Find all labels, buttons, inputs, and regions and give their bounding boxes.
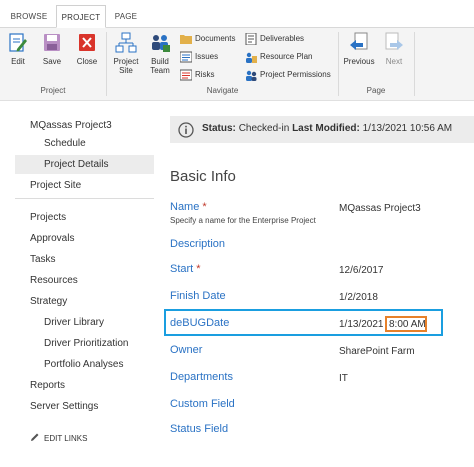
issues-icon — [180, 51, 192, 63]
next-arrow-icon — [385, 32, 403, 50]
tab-project[interactable]: PROJECT — [56, 5, 106, 28]
close-button-label: Close — [76, 57, 98, 66]
ribbon-tab-bar: BROWSE PROJECT PAGE — [0, 0, 474, 28]
field-label-custom-field: Custom Field — [170, 398, 235, 410]
nav-tasks[interactable]: Tasks — [30, 254, 56, 265]
last-modified-label: Last Modified: — [292, 123, 360, 134]
edit-links-label: EDIT LINKS — [44, 434, 88, 443]
risks-icon — [180, 69, 192, 81]
close-icon — [79, 34, 95, 51]
field-label-debugdate: deBUGDate — [170, 317, 230, 329]
field-value-name: MQassas Project3 — [339, 203, 421, 214]
project-site-label-line1: Project — [113, 57, 139, 66]
section-heading: Basic Info — [170, 168, 236, 185]
field-label-name: Name * — [170, 201, 207, 213]
field-label-start: Start * — [170, 263, 201, 275]
nav-portfolio-analyses[interactable]: Portfolio Analyses — [44, 359, 124, 370]
documents-icon — [180, 35, 192, 44]
build-team-label-line2: Team — [150, 66, 170, 75]
deliverables-label: Deliverables — [260, 34, 305, 43]
build-team-button[interactable]: Build Team — [144, 32, 176, 75]
ribbon-separator — [338, 32, 339, 96]
nav-server-settings[interactable]: Server Settings — [30, 401, 98, 412]
documents-label: Documents — [195, 34, 236, 43]
issues-label: Issues — [195, 52, 219, 61]
project-site-button[interactable]: Project Site — [110, 32, 142, 75]
field-value-debugdate-date: 1/13/2021 — [339, 319, 384, 330]
previous-button[interactable]: Previous — [341, 32, 377, 66]
field-value-finish-date: 1/2/2018 — [339, 292, 378, 303]
tab-browse[interactable]: BROWSE — [4, 5, 54, 28]
save-button-label: Save — [42, 57, 62, 66]
field-label-finish-date: Finish Date — [170, 290, 226, 302]
edit-icon — [9, 33, 27, 52]
project-permissions-label: Project Permissions — [260, 70, 331, 79]
nav-driver-library[interactable]: Driver Library — [44, 317, 104, 328]
deliverables-icon — [245, 33, 257, 45]
next-button[interactable]: Next — [379, 32, 409, 66]
nav-project-name[interactable]: MQassas Project3 — [30, 120, 112, 131]
field-value-departments: IT — [339, 373, 348, 384]
edit-button[interactable]: Edit — [4, 32, 32, 66]
close-button[interactable]: Close — [72, 32, 102, 66]
last-modified-value: 1/13/2021 10:56 AM — [362, 123, 453, 134]
status-value: Checked-in — [238, 123, 290, 134]
tab-page[interactable]: PAGE — [108, 5, 144, 28]
project-permissions-icon — [246, 70, 257, 81]
field-label-description: Description — [170, 238, 226, 250]
field-description-name: Specify a name for the Enterprise Projec… — [170, 216, 316, 225]
save-icon — [44, 34, 60, 51]
previous-label: Previous — [343, 57, 375, 66]
build-team-icon — [152, 35, 170, 52]
nav-schedule[interactable]: Schedule — [44, 138, 86, 149]
field-label-status-field: Status Field — [170, 423, 229, 435]
resource-plan-icon — [246, 52, 257, 63]
next-label: Next — [385, 57, 403, 66]
save-button[interactable]: Save — [38, 32, 66, 66]
field-value-owner: SharePoint Farm — [339, 346, 415, 357]
edit-links-button[interactable]: EDIT LINKS — [30, 432, 87, 443]
ribbon-group-page-label: Page — [366, 86, 386, 95]
ribbon-separator — [106, 32, 107, 96]
nav-driver-prioritization[interactable]: Driver Prioritization — [44, 338, 128, 349]
field-label-owner: Owner — [170, 344, 203, 356]
risks-label: Risks — [195, 70, 215, 79]
nav-projects[interactable]: Projects — [30, 212, 66, 223]
edit-button-label: Edit — [11, 57, 25, 66]
field-label-departments: Departments — [170, 371, 233, 383]
nav-strategy[interactable]: Strategy — [30, 296, 67, 307]
status-label: Status: — [202, 123, 236, 134]
nav-approvals[interactable]: Approvals — [30, 233, 74, 244]
resource-plan-label: Resource Plan — [260, 52, 313, 61]
nav-project-details[interactable]: Project Details — [44, 159, 108, 170]
field-value-start: 12/6/2017 — [339, 265, 384, 276]
project-site-icon — [115, 32, 137, 53]
status-bar: Status: Checked-in Last Modified: 1/13/2… — [170, 116, 474, 143]
build-team-label-line1: Build — [151, 57, 169, 66]
nav-resources[interactable]: Resources — [30, 275, 78, 286]
ribbon-group-project-label: Project — [40, 86, 66, 95]
nav-project-site[interactable]: Project Site — [30, 180, 81, 191]
nav-reports[interactable]: Reports — [30, 380, 65, 391]
ribbon-separator — [414, 32, 415, 96]
previous-arrow-icon — [350, 32, 368, 50]
ribbon-group-navigate-label: Navigate — [206, 86, 239, 95]
info-icon — [178, 122, 194, 138]
field-value-debugdate-time: 8:00 AM — [389, 319, 426, 330]
pencil-icon — [31, 433, 39, 441]
ribbon: Edit Save Close Project Project Site Bui… — [0, 28, 474, 101]
project-site-label-line2: Site — [119, 66, 133, 75]
nav-divider — [15, 198, 154, 199]
